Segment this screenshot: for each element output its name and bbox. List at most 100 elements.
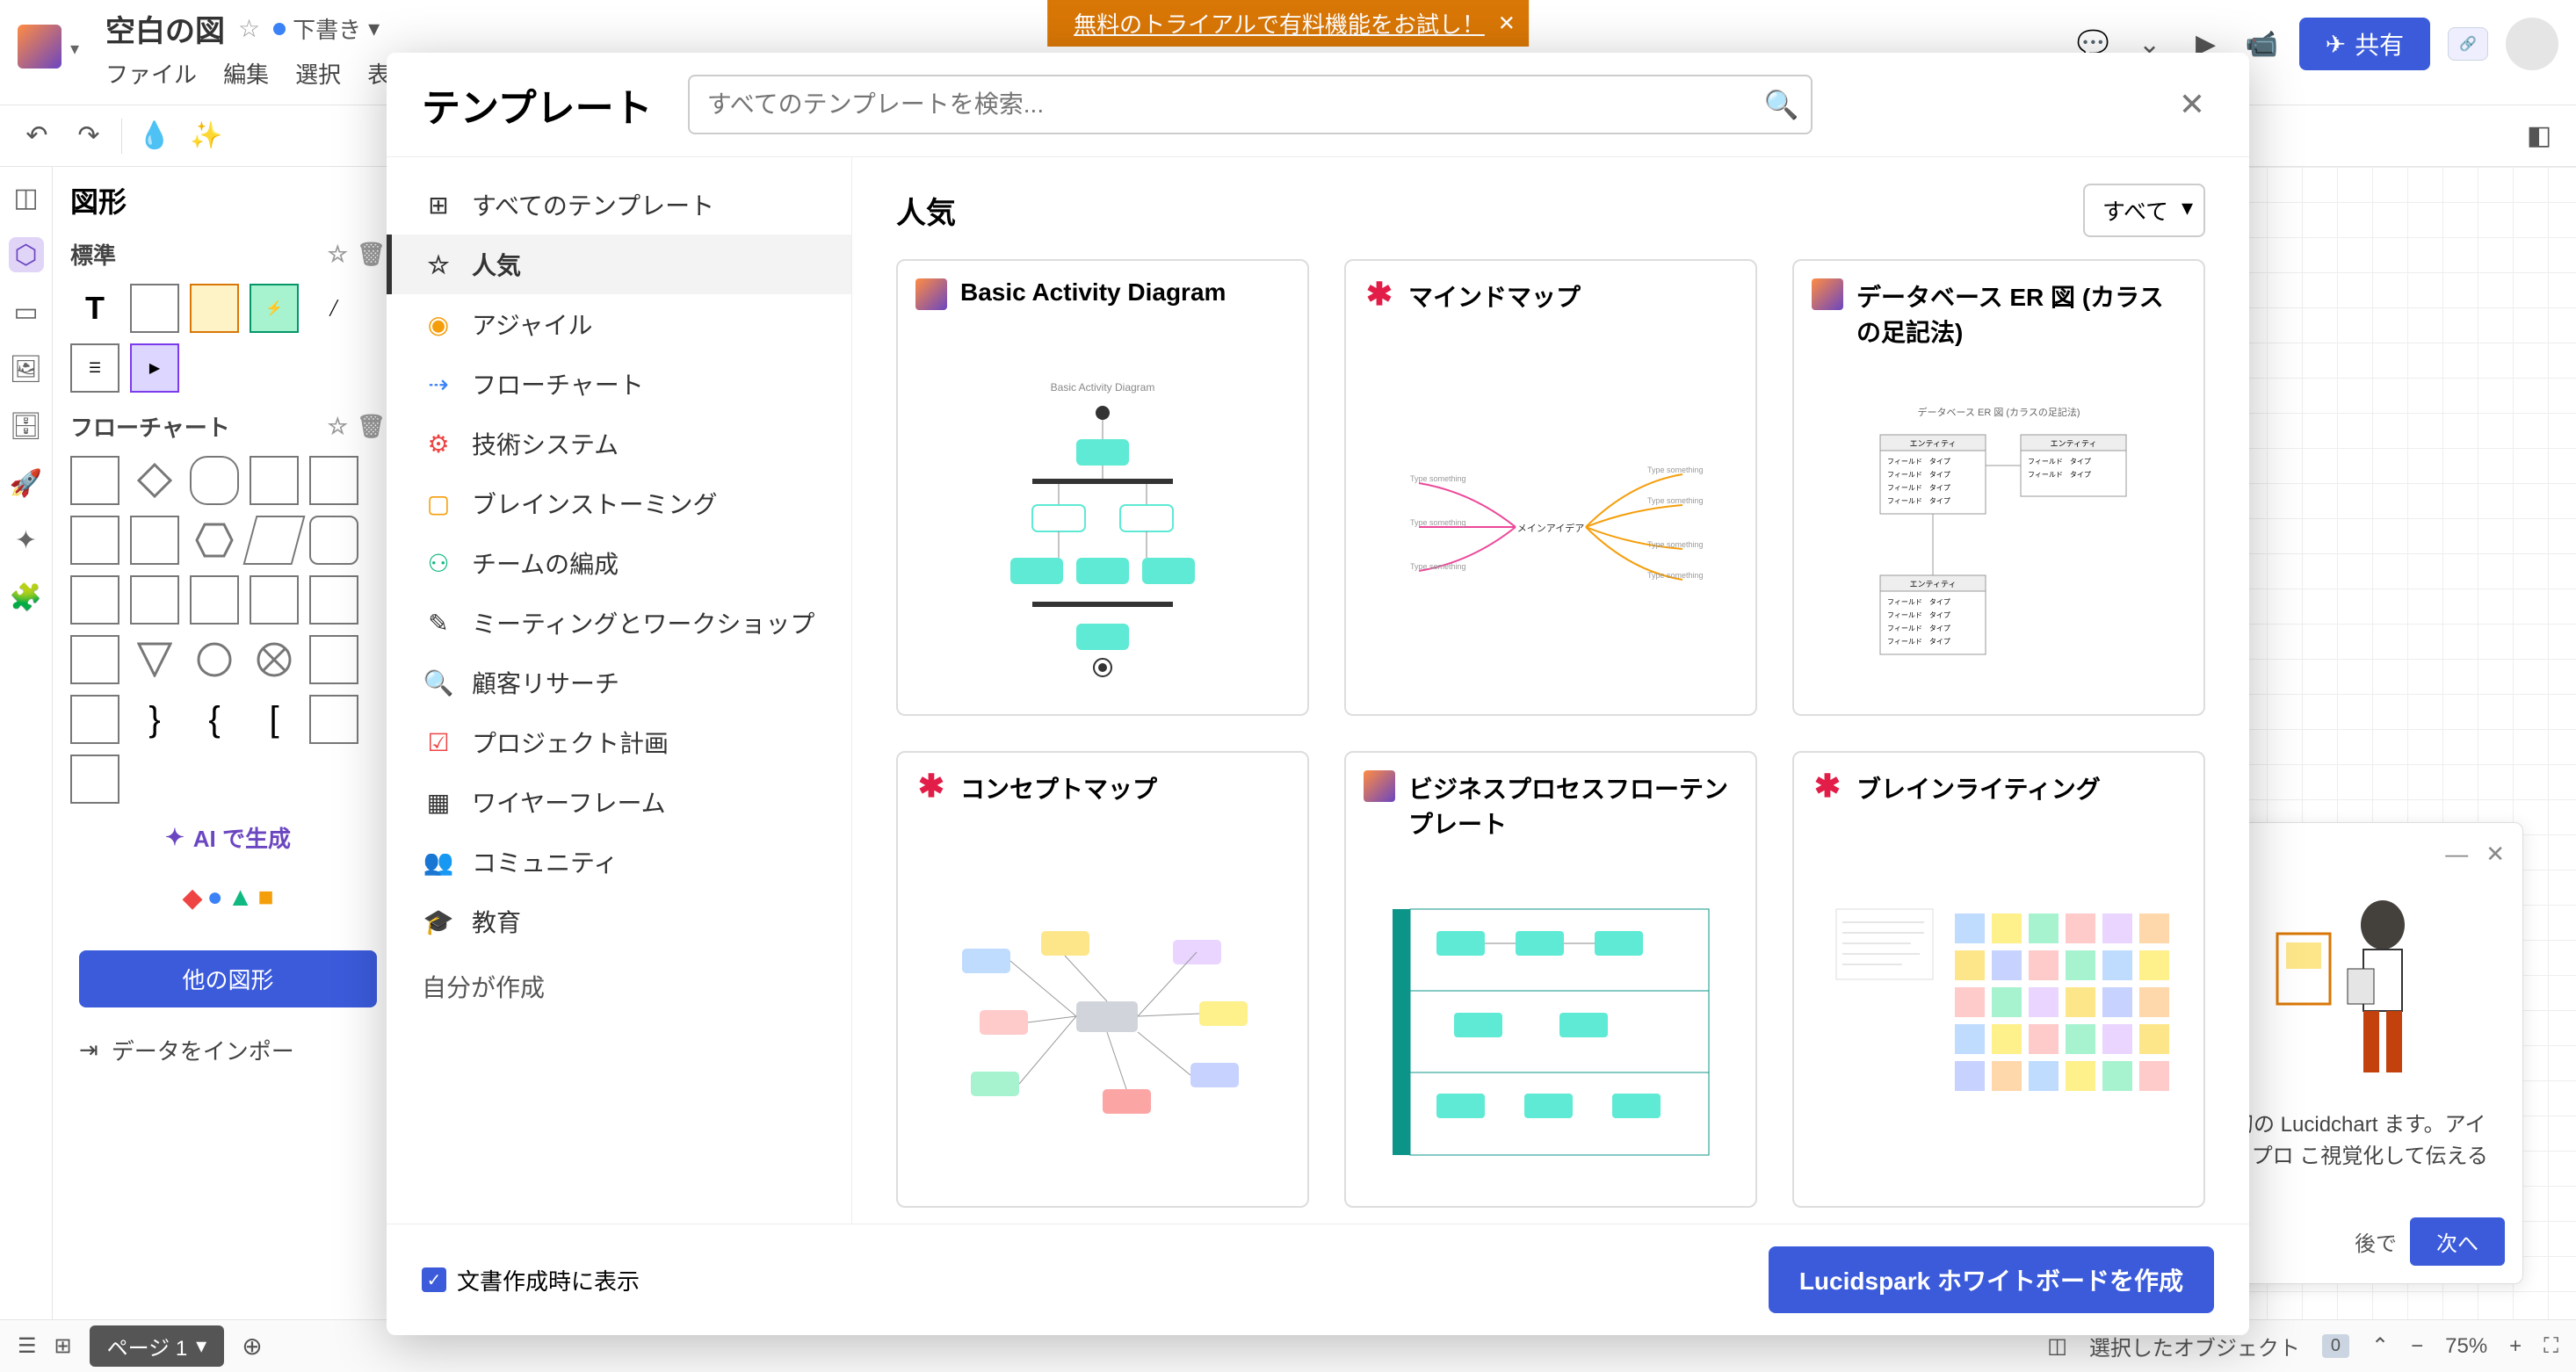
fc-db[interactable] (309, 516, 358, 565)
fc-predef[interactable] (250, 456, 299, 505)
sidebar-own-created[interactable]: 自分が作成 (387, 951, 851, 1022)
document-title[interactable]: 空白の図 (105, 7, 225, 50)
layers-icon[interactable]: ◫ (2047, 1333, 2067, 1359)
template-card-activity-diagram[interactable]: Basic Activity Diagram Basic Activity Di… (896, 259, 1309, 716)
lucidspark-create-button[interactable]: Lucidspark ホワイトボードを作成 (1769, 1246, 2214, 1313)
fc-multi[interactable] (70, 516, 119, 565)
fc-offpage2[interactable] (70, 695, 119, 744)
menu-file[interactable]: ファイル (105, 57, 197, 90)
sidebar-item-technical[interactable]: ⚙技術システム (387, 414, 851, 473)
fc-internal[interactable] (130, 575, 179, 625)
grid-icon[interactable]: ⊞ (54, 1333, 72, 1359)
add-page-icon[interactable]: ⊕ (242, 1332, 262, 1361)
fc-hexagon[interactable] (190, 516, 239, 565)
star-icon[interactable]: ☆ (238, 14, 260, 43)
minimize-icon[interactable]: — (2445, 841, 2468, 868)
close-icon[interactable]: ✕ (1498, 11, 1516, 36)
note-shape[interactable] (190, 284, 239, 333)
fullscreen-icon[interactable]: ⛶ (2543, 1334, 2558, 1359)
line-shape[interactable]: ╱ (309, 284, 358, 333)
template-card-concept-map[interactable]: ✱ コンセプトマップ (896, 751, 1309, 1208)
filter-dropdown[interactable]: すべて (2083, 184, 2205, 237)
fc-stored[interactable] (70, 635, 119, 684)
rect-shape[interactable] (130, 284, 179, 333)
close-icon[interactable]: ✕ (2486, 841, 2505, 868)
fc-doc[interactable] (309, 456, 358, 505)
zoom-level[interactable]: 75% (2445, 1334, 2487, 1359)
sidebar-item-research[interactable]: 🔍顧客リサーチ (387, 653, 851, 712)
fc-para[interactable] (242, 516, 305, 565)
panels-icon[interactable]: ◧ (2520, 117, 2558, 155)
sparkle-icon[interactable]: ✦ (9, 523, 44, 558)
trash-icon[interactable]: 🗑 (357, 413, 386, 440)
link-icon[interactable]: 🔗 (2448, 27, 2488, 61)
ai-generate-button[interactable]: ✦ AI で生成 (70, 821, 386, 854)
list-icon[interactable]: ☰ (18, 1333, 37, 1359)
sidebar-item-education[interactable]: 🎓教育 (387, 892, 851, 951)
share-button[interactable]: ✈ 共有 (2299, 18, 2430, 70)
layout-icon[interactable]: ◫ (9, 180, 44, 215)
later-button[interactable]: 後で (2355, 1226, 2397, 1257)
fc-tape[interactable] (190, 575, 239, 625)
fc-card[interactable] (130, 516, 179, 565)
image-icon[interactable]: 🖼 (9, 351, 44, 386)
zoom-out-icon[interactable]: − (2411, 1334, 2423, 1359)
sidebar-item-brainstorm[interactable]: ▢ブレインストーミング (387, 473, 851, 533)
chevron-up-icon[interactable]: ⌃ (2371, 1333, 2389, 1359)
avatar[interactable] (2506, 18, 2558, 70)
data-icon[interactable]: 🗄 (9, 408, 44, 444)
trash-icon[interactable]: 🗑 (357, 241, 386, 268)
app-logo[interactable] (18, 25, 62, 69)
fc-delay[interactable] (309, 575, 358, 625)
fc-bracket[interactable]: [ (250, 695, 299, 744)
fc-diamond[interactable] (130, 456, 179, 505)
fc-junction[interactable] (250, 635, 299, 684)
rocket-icon[interactable]: 🚀 (9, 466, 44, 501)
zoom-in-icon[interactable]: + (2509, 1334, 2522, 1359)
trial-banner[interactable]: 無料のトライアルで有料機能をお試し！ ✕ (1047, 0, 1529, 47)
fc-offpage[interactable] (309, 635, 358, 684)
sidebar-item-meeting[interactable]: ✎ミーティングとワークショップ (387, 593, 851, 653)
sidebar-item-community[interactable]: 👥コミュニティ (387, 832, 851, 892)
star-icon[interactable]: ☆ (328, 413, 348, 440)
fc-terminator[interactable] (190, 456, 239, 505)
fc-manual[interactable] (250, 575, 299, 625)
puzzle-icon[interactable]: 🧩 (9, 580, 44, 615)
fc-brace-l[interactable]: { (190, 695, 239, 744)
shapes-icon[interactable]: ⬡ (9, 237, 44, 272)
play-shape[interactable]: ▶ (130, 343, 179, 393)
sidebar-item-team[interactable]: ⚇チームの編成 (387, 533, 851, 593)
fc-tri[interactable] (130, 635, 179, 684)
menu-edit[interactable]: 編集 (223, 57, 269, 90)
fc-rect[interactable] (70, 456, 119, 505)
paint-icon[interactable]: 💧 (135, 117, 174, 155)
template-card-er-diagram[interactable]: データベース ER 図 (カラスの足記法) データベース ER 図 (カラスの足… (1792, 259, 2205, 716)
import-data-button[interactable]: ⇥ データをインポー (70, 1021, 386, 1080)
template-card-mindmap[interactable]: ✱ マインドマップ メインアイデア Ty (1344, 259, 1757, 716)
show-on-create-checkbox[interactable]: ✓ 文書作成時に表示 (422, 1264, 640, 1296)
sidebar-item-flowchart[interactable]: ⇢フローチャート (387, 354, 851, 414)
fc-table2[interactable] (70, 755, 119, 804)
container-icon[interactable]: ▭ (9, 294, 44, 329)
menu-select[interactable]: 選択 (295, 57, 341, 90)
bolt-shape[interactable]: ⚡ (250, 284, 299, 333)
search-input[interactable] (688, 75, 1813, 134)
magic-icon[interactable]: ✨ (187, 117, 226, 155)
sidebar-item-agile[interactable]: ◉アジャイル (387, 294, 851, 354)
fc-display[interactable] (70, 575, 119, 625)
chevron-down-icon[interactable]: ▾ (70, 38, 79, 60)
fc-table1[interactable] (309, 695, 358, 744)
sidebar-item-wireframe[interactable]: ▦ワイヤーフレーム (387, 772, 851, 832)
page-selector[interactable]: ページ 1 ▾ (90, 1325, 225, 1367)
sidebar-item-all-templates[interactable]: ⊞すべてのテンプレート (387, 175, 851, 235)
text-shape[interactable]: T (70, 284, 119, 333)
template-card-bpmn[interactable]: ビジネスプロセスフローテンプレート (1344, 751, 1757, 1208)
close-icon[interactable]: ✕ (2170, 86, 2214, 123)
template-card-brainwriting[interactable]: ✱ ブレインライティング (1792, 751, 2205, 1208)
next-button[interactable]: 次へ (2410, 1217, 2505, 1266)
undo-icon[interactable]: ↶ (18, 117, 56, 155)
draft-status[interactable]: 下書き ▾ (273, 12, 380, 45)
star-icon[interactable]: ☆ (328, 241, 348, 268)
list-shape[interactable]: ☰ (70, 343, 119, 393)
redo-icon[interactable]: ↷ (69, 117, 108, 155)
